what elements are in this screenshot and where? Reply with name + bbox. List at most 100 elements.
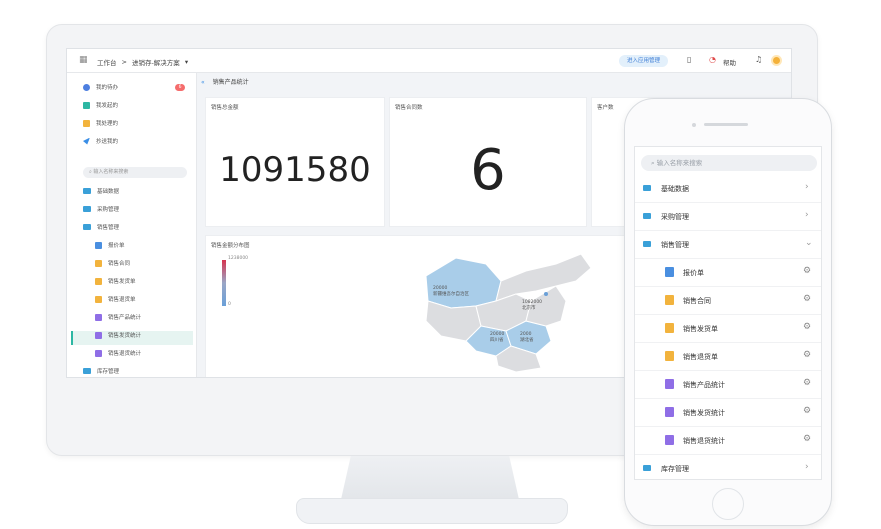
document-icon bbox=[665, 267, 674, 277]
mobile-group-inventory[interactable]: 库存管理 › bbox=[635, 455, 821, 479]
map-label-place: 湖北省 bbox=[520, 338, 534, 343]
sidebar-item-return-stats[interactable]: 销售退货统计 bbox=[95, 347, 141, 359]
legend-min-label: 0 bbox=[228, 302, 231, 307]
gear-icon[interactable]: ⚙ bbox=[803, 350, 811, 360]
monitor-stand-neck bbox=[340, 456, 520, 504]
mobile-item-label: 销售发货单 bbox=[683, 325, 718, 333]
gear-icon[interactable]: ⚙ bbox=[803, 434, 811, 444]
avatar[interactable] bbox=[771, 55, 782, 66]
sidebar-item-label: 销售产品统计 bbox=[108, 315, 142, 321]
map-label-place: 新疆维吾尔自治区 bbox=[433, 292, 469, 297]
breadcrumb-separator: > bbox=[121, 58, 127, 66]
chevron-down-icon[interactable]: ▾ bbox=[185, 58, 188, 66]
gear-icon[interactable]: ⚙ bbox=[803, 406, 811, 416]
sidebar-item-quotation[interactable]: 报价单 bbox=[95, 239, 125, 251]
sidebar-item-processed[interactable]: 我处理的 bbox=[83, 117, 118, 129]
mobile-item-return-stats[interactable]: 销售退货统计 ⚙ bbox=[635, 427, 821, 455]
map-label-sichuan: 20000 四川省 bbox=[490, 332, 504, 344]
sidebar-item-sales-contract[interactable]: 销售合同 bbox=[95, 257, 130, 269]
phone-camera bbox=[692, 123, 696, 127]
page-title: « 销售产品统计 bbox=[201, 77, 249, 86]
breadcrumb-workbench[interactable]: 工作台 bbox=[97, 57, 117, 67]
china-map bbox=[425, 253, 592, 373]
folder-icon bbox=[83, 224, 91, 230]
mobile-item-return-note[interactable]: 销售退货单 ⚙ bbox=[635, 343, 821, 371]
gear-icon[interactable]: ⚙ bbox=[803, 266, 811, 276]
chevron-right-icon: › bbox=[805, 210, 809, 220]
return-icon bbox=[95, 295, 102, 303]
sidebar-item-label: 销售退货统计 bbox=[108, 351, 142, 357]
gear-icon[interactable]: ⚙ bbox=[803, 378, 811, 388]
sidebar-item-delivery-note[interactable]: 销售发货单 bbox=[95, 275, 136, 287]
apps-grid-icon[interactable]: ▦ bbox=[79, 56, 88, 65]
phone-earpiece bbox=[704, 123, 748, 126]
breadcrumb-solution[interactable]: 进销存-解决方案 bbox=[132, 57, 180, 67]
sidebar-item-label: 我的待办 bbox=[96, 85, 119, 91]
todo-icon bbox=[83, 83, 90, 91]
sidebar-item-return-note[interactable]: 销售退货单 bbox=[95, 293, 136, 305]
bell-icon[interactable]: ♫ bbox=[755, 55, 762, 64]
sidebar-search-input[interactable]: ⌕ 输入名称来搜索 bbox=[83, 167, 187, 178]
map-label-hubei: 2000 湖北省 bbox=[520, 332, 534, 344]
sidebar-item-label: 销售发货统计 bbox=[108, 333, 142, 339]
map-label-place: 四川省 bbox=[490, 338, 504, 343]
search-placeholder: 输入名称来搜索 bbox=[93, 169, 129, 175]
mobile-item-delivery-stats[interactable]: 销售发货统计 ⚙ bbox=[635, 399, 821, 427]
mobile-item-label: 库存管理 bbox=[661, 465, 689, 473]
mobile-item-delivery-note[interactable]: 销售发货单 ⚙ bbox=[635, 315, 821, 343]
mobile-group-sales[interactable]: 销售管理 ⌄ bbox=[635, 231, 821, 259]
phone-home-button[interactable] bbox=[712, 488, 744, 520]
page-title-text: 销售产品统计 bbox=[212, 79, 249, 86]
map-label-place: 北京市 bbox=[522, 306, 536, 311]
document-icon bbox=[95, 241, 102, 249]
sidebar-group-basic-data[interactable]: 基础数据 bbox=[83, 185, 119, 197]
sidebar-item-cc[interactable]: 抄送我的 bbox=[83, 135, 118, 147]
chart-icon bbox=[665, 407, 674, 417]
sidebar-item-product-stats[interactable]: 销售产品统计 bbox=[95, 311, 141, 323]
mobile-search-input[interactable]: ⌕ 输入名称来搜索 bbox=[641, 155, 817, 171]
mobile-screen: ⌕ 输入名称来搜索 基础数据 › 采购管理 › 销售管理 ⌄ 报价单 ⚙ 销售合… bbox=[634, 146, 822, 480]
breadcrumb: 工作台 > 进销存-解决方案 ▾ bbox=[97, 57, 188, 67]
card-title: 销售合同数 bbox=[395, 105, 423, 111]
card-title: 客户数 bbox=[597, 105, 614, 111]
legend-max-label: 1238000 bbox=[228, 256, 249, 261]
sidebar-item-label: 销售管理 bbox=[97, 225, 120, 231]
enter-app-management-button[interactable]: 进入应用管理 bbox=[619, 55, 669, 67]
collapse-icon[interactable]: « bbox=[201, 79, 205, 86]
chevron-down-icon: ⌄ bbox=[805, 238, 813, 248]
mobile-group-purchasing[interactable]: 采购管理 › bbox=[635, 203, 821, 231]
sidebar-group-inventory[interactable]: 库存管理 bbox=[83, 365, 119, 377]
mobile-item-label: 报价单 bbox=[683, 269, 704, 277]
contract-icon bbox=[95, 259, 102, 267]
sidebar-item-delivery-stats[interactable]: 销售发货统计 bbox=[95, 329, 141, 341]
sidebar-item-my-todo[interactable]: 我的待办 bbox=[83, 81, 118, 93]
sidebar-group-sales[interactable]: 销售管理 bbox=[83, 221, 119, 233]
sidebar-item-label: 库存管理 bbox=[97, 369, 120, 375]
mobile-icon[interactable]: ▯ bbox=[687, 55, 691, 64]
initiated-icon bbox=[83, 101, 90, 109]
contract-count-value: 6 bbox=[470, 138, 506, 203]
folder-icon bbox=[643, 241, 651, 247]
mobile-item-label: 销售管理 bbox=[661, 241, 689, 249]
stat-card-total-sales: 销售总金额 1091580 bbox=[205, 97, 385, 227]
mobile-item-product-stats[interactable]: 销售产品统计 ⚙ bbox=[635, 371, 821, 399]
card-title: 销售总金额 bbox=[211, 105, 239, 111]
help-icon[interactable]: ◔ bbox=[709, 55, 716, 64]
chevron-right-icon: › bbox=[805, 182, 809, 192]
gear-icon[interactable]: ⚙ bbox=[803, 322, 811, 332]
sidebar-group-purchasing[interactable]: 采购管理 bbox=[83, 203, 119, 215]
mobile-item-sales-contract[interactable]: 销售合同 ⚙ bbox=[635, 287, 821, 315]
chart-icon bbox=[95, 313, 102, 321]
sidebar-item-label: 基础数据 bbox=[97, 189, 120, 195]
mobile-item-quotation[interactable]: 报价单 ⚙ bbox=[635, 259, 821, 287]
sidebar-item-label: 销售发货单 bbox=[108, 279, 136, 285]
gear-icon[interactable]: ⚙ bbox=[803, 294, 811, 304]
map-label-xinjiang: 20000 新疆维吾尔自治区 bbox=[433, 286, 469, 298]
chart-icon bbox=[95, 331, 102, 339]
sidebar-item-initiated[interactable]: 我发起的 bbox=[83, 99, 118, 111]
sidebar-item-label: 销售合同 bbox=[108, 261, 131, 267]
chart-icon bbox=[665, 435, 674, 445]
return-icon bbox=[665, 351, 674, 361]
mobile-group-basic-data[interactable]: 基础数据 › bbox=[635, 175, 821, 203]
help-link[interactable]: 帮助 bbox=[723, 57, 736, 67]
